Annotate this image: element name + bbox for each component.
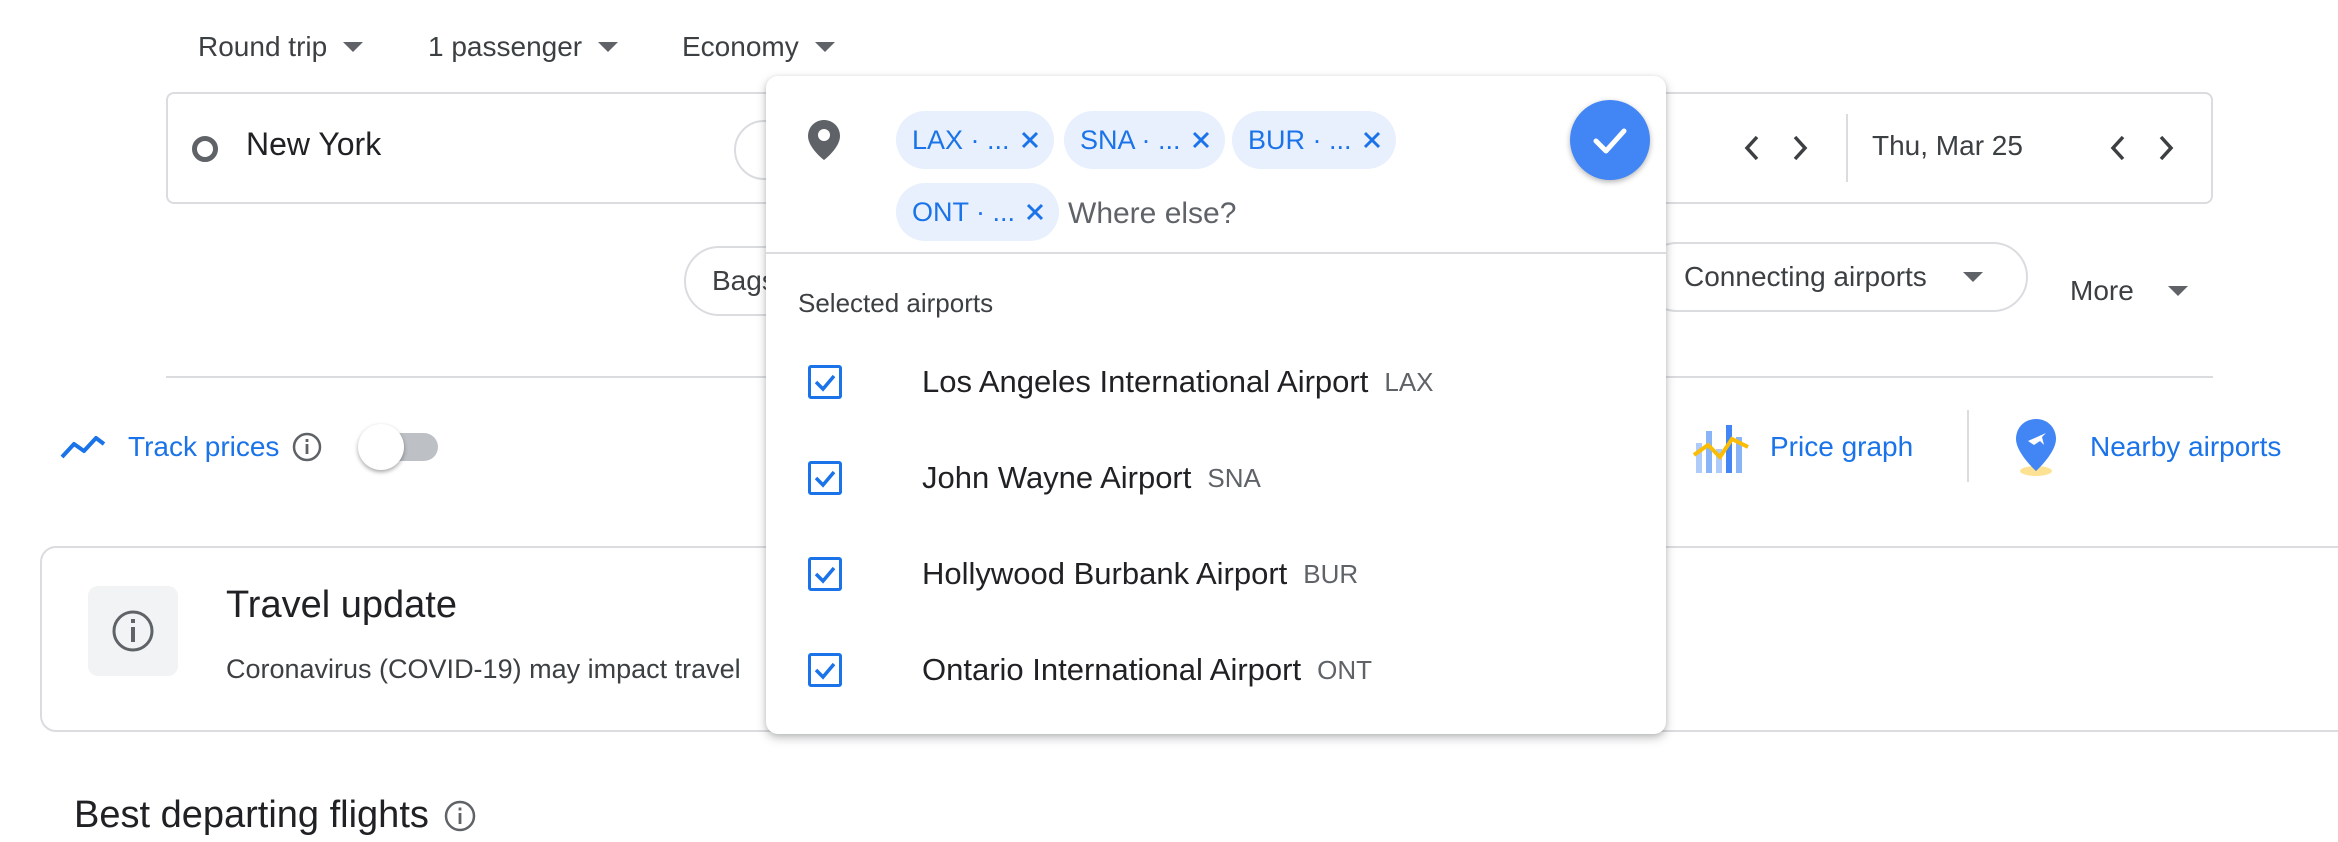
map-pin-plane-icon xyxy=(2016,419,2056,476)
check-icon xyxy=(1593,128,1627,154)
nearby-airports-label: Nearby airports xyxy=(2090,431,2282,462)
departure-date-prev-button[interactable] xyxy=(1732,128,1772,168)
info-icon[interactable] xyxy=(291,431,323,463)
trip-type-select[interactable]: Round trip xyxy=(198,22,364,72)
tools-divider xyxy=(1967,410,1969,482)
chevron-right-icon xyxy=(1793,135,1808,161)
close-icon[interactable] xyxy=(1362,130,1382,150)
airport-option-bur[interactable]: Hollywood Burbank Airport BUR xyxy=(766,526,1666,622)
airport-name: Hollywood Burbank Airport xyxy=(922,556,1288,591)
airport-code: SNA xyxy=(1207,462,1261,493)
check-icon xyxy=(814,566,836,584)
airport-option-ont[interactable]: Ontario International Airport ONT xyxy=(766,622,1666,718)
destination-chip-label: LAX · ... xyxy=(912,124,1010,155)
airport-name: Ontario International Airport xyxy=(922,652,1302,687)
check-icon xyxy=(814,470,836,488)
airport-code: LAX xyxy=(1384,366,1434,397)
dropdown-divider xyxy=(766,252,1666,254)
airport-code: ONT xyxy=(1317,654,1372,685)
return-date-next-button[interactable] xyxy=(2146,128,2186,168)
travel-update-title: Travel update xyxy=(226,584,457,626)
destination-chip-label: SNA · ... xyxy=(1080,124,1181,155)
confirm-destinations-button[interactable] xyxy=(1570,100,1650,180)
passengers-label: 1 passenger xyxy=(428,31,583,62)
more-filters-button[interactable]: More xyxy=(2070,256,2188,326)
airport-checkbox[interactable] xyxy=(808,653,842,687)
airport-option-sna[interactable]: John Wayne Airport SNA xyxy=(766,430,1666,526)
destination-chip-label: BUR · ... xyxy=(1248,124,1352,155)
selected-airports-heading: Selected airports xyxy=(798,288,994,318)
caret-down-icon xyxy=(343,42,364,52)
destination-chip-label: ONT · ... xyxy=(912,196,1016,227)
check-icon xyxy=(814,662,836,680)
track-prices: Track prices xyxy=(60,424,323,470)
travel-update-body: Coronavirus (COVID-19) may impact travel xyxy=(226,654,741,684)
chevron-left-icon xyxy=(2110,135,2125,161)
close-icon[interactable] xyxy=(1020,130,1040,150)
chevron-right-icon xyxy=(2159,135,2174,161)
travel-update-icon-box xyxy=(88,586,178,676)
caret-down-icon xyxy=(814,42,835,52)
results-heading: Best departing flights xyxy=(74,794,477,837)
date-divider xyxy=(1846,114,1848,182)
info-icon xyxy=(112,610,154,652)
destination-chip-ont[interactable]: ONT · ... xyxy=(896,183,1060,241)
airport-name: Los Angeles International Airport xyxy=(922,364,1369,399)
airport-checkbox[interactable] xyxy=(808,365,842,399)
trending-line-icon xyxy=(60,436,106,459)
origin-field[interactable]: New York xyxy=(246,126,381,163)
more-filters-label: More xyxy=(2070,275,2134,306)
destination-chip-sna[interactable]: SNA · ... xyxy=(1064,111,1225,169)
airport-code: BUR xyxy=(1303,558,1359,589)
origin-circle-icon xyxy=(192,136,218,162)
trip-type-label: Round trip xyxy=(198,31,328,62)
price-graph-icon xyxy=(1692,425,1749,473)
location-pin-icon xyxy=(806,118,842,162)
caret-down-icon xyxy=(2167,286,2188,296)
caret-down-icon xyxy=(598,42,619,52)
cabin-class-label: Economy xyxy=(682,31,799,62)
chevron-left-icon xyxy=(1744,135,1759,161)
connecting-airports-label: Connecting airports xyxy=(1684,261,1927,292)
check-icon xyxy=(814,374,836,392)
close-icon[interactable] xyxy=(1025,202,1045,222)
caret-down-icon xyxy=(1962,272,1983,282)
return-date-prev-button[interactable] xyxy=(2098,128,2138,168)
airport-checkbox[interactable] xyxy=(808,461,842,495)
info-icon[interactable] xyxy=(443,799,477,833)
departure-date-next-button[interactable] xyxy=(1780,128,1820,168)
return-date-field[interactable]: Thu, Mar 25 xyxy=(1872,130,2023,162)
price-graph-label: Price graph xyxy=(1770,431,1914,462)
destination-search-input[interactable] xyxy=(1068,192,1508,236)
connecting-airports-filter-chip[interactable]: Connecting airports xyxy=(1642,242,2028,312)
track-prices-label[interactable]: Track prices xyxy=(128,431,279,463)
destination-chip-lax[interactable]: LAX · ... xyxy=(896,111,1054,169)
close-icon[interactable] xyxy=(1191,130,1211,150)
passengers-select[interactable]: 1 passenger xyxy=(428,22,619,72)
toggle-knob xyxy=(358,424,404,470)
price-graph-button[interactable]: Price graph xyxy=(1690,412,1913,482)
cabin-class-select[interactable]: Economy xyxy=(682,22,835,72)
nearby-airports-button[interactable]: Nearby airports xyxy=(2004,412,2281,482)
destination-chip-bur[interactable]: BUR · ... xyxy=(1232,111,1396,169)
airport-option-lax[interactable]: Los Angeles International Airport LAX xyxy=(766,334,1666,430)
results-heading-label: Best departing flights xyxy=(74,794,429,836)
airport-name: John Wayne Airport xyxy=(922,460,1192,495)
airport-checkbox[interactable] xyxy=(808,557,842,591)
